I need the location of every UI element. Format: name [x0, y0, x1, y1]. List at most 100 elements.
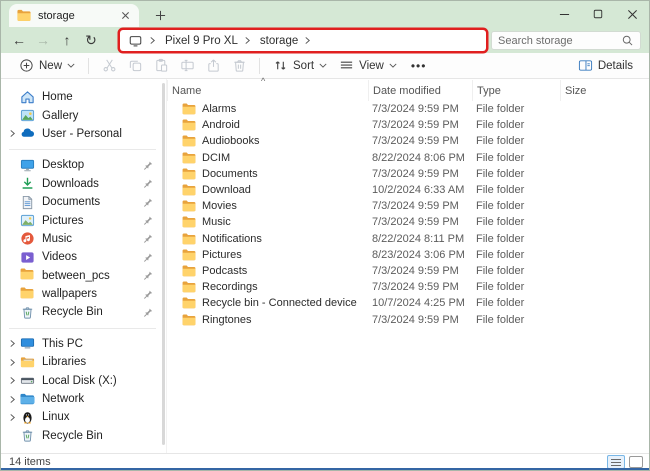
file-pane: ^ Name Date modified Type Size Alarms7/3…	[166, 79, 649, 453]
expand-chevron-icon[interactable]	[5, 358, 20, 367]
sidebar: Home Gallery User - Personal DesktopDownloa…	[1, 79, 166, 453]
file-row-documents[interactable]: Documents7/3/2024 9:59 PMFile folder	[167, 166, 649, 182]
file-type: File folder	[472, 135, 560, 147]
expand-chevron-icon[interactable]	[5, 395, 20, 404]
refresh-button[interactable]: ↻	[79, 29, 103, 51]
folder-icon	[182, 216, 196, 228]
file-name: Notifications	[202, 233, 262, 245]
chevron-spacer	[5, 161, 20, 170]
sidebar-item-downloads[interactable]: Downloads	[1, 175, 166, 193]
file-row-movies[interactable]: Movies7/3/2024 9:59 PMFile folder	[167, 198, 649, 214]
expand-chevron-icon[interactable]	[5, 339, 20, 348]
details-view-toggle[interactable]	[607, 455, 625, 469]
breadcrumb-device[interactable]: Pixel 9 Pro XL	[161, 35, 242, 47]
sidebar-item-gallery[interactable]: Gallery	[1, 106, 166, 124]
file-row-music[interactable]: Music7/3/2024 9:59 PMFile folder	[167, 214, 649, 230]
sidebar-item-recycle-bin[interactable]: Recycle Bin	[1, 427, 166, 445]
view-button[interactable]: View	[333, 55, 403, 77]
sidebar-item-pictures[interactable]: Pictures	[1, 211, 166, 229]
maximize-button[interactable]	[581, 1, 615, 27]
sidebar-item-label: This PC	[42, 338, 166, 350]
column-header-size[interactable]: Size	[560, 80, 649, 101]
sidebar-item-libraries[interactable]: Libraries	[1, 353, 166, 371]
column-header-name[interactable]: Name	[167, 80, 368, 101]
chevron-spacer	[5, 198, 20, 207]
sidebar-item-recycle-bin[interactable]: Recycle Bin	[1, 303, 166, 321]
device-icon	[128, 34, 143, 48]
column-headers: ^ Name Date modified Type Size	[167, 80, 649, 101]
search-input[interactable]	[498, 35, 621, 47]
breadcrumb-folder[interactable]: storage	[256, 35, 302, 47]
file-row-download[interactable]: Download10/2/2024 6:33 AMFile folder	[167, 182, 649, 198]
sidebar-item-local-disk-x[interactable]: Local Disk (X:)	[1, 371, 166, 389]
sidebar-scrollbar[interactable]	[162, 83, 165, 445]
sidebar-item-user-personal[interactable]: User - Personal	[1, 125, 166, 143]
file-date-modified: 8/23/2024 3:06 PM	[368, 249, 472, 261]
sidebar-item-this-pc[interactable]: This PC	[1, 335, 166, 353]
search-box[interactable]	[491, 31, 641, 50]
address-bar[interactable]: Pixel 9 Pro XL storage	[120, 30, 486, 51]
file-name: DCIM	[202, 152, 230, 164]
see-more-button[interactable]: •••	[403, 59, 435, 73]
sidebar-item-videos[interactable]: Videos	[1, 248, 166, 266]
documents-icon	[20, 195, 35, 210]
file-row-ringtones[interactable]: Ringtones7/3/2024 9:59 PMFile folder	[167, 311, 649, 327]
main-area: Home Gallery User - Personal DesktopDownloa…	[1, 79, 649, 453]
pin-icon	[143, 178, 154, 189]
file-name: Pictures	[202, 249, 242, 261]
minimize-button[interactable]	[547, 1, 581, 27]
file-date-modified: 7/3/2024 9:59 PM	[368, 200, 472, 212]
file-type: File folder	[472, 281, 560, 293]
sidebar-separator	[9, 328, 156, 329]
close-button[interactable]	[615, 1, 649, 27]
file-row-podcasts[interactable]: Podcasts7/3/2024 9:59 PMFile folder	[167, 263, 649, 279]
file-row-alarms[interactable]: Alarms7/3/2024 9:59 PMFile folder	[167, 101, 649, 117]
new-button[interactable]: New	[13, 55, 81, 77]
window-bottom-edge	[1, 468, 649, 470]
details-button[interactable]: Details	[572, 55, 639, 77]
sidebar-item-label: Home	[42, 91, 166, 103]
file-name: Documents	[202, 168, 258, 180]
file-row-recordings[interactable]: Recordings7/3/2024 9:59 PMFile folder	[167, 279, 649, 295]
file-row-android[interactable]: Android7/3/2024 9:59 PMFile folder	[167, 117, 649, 133]
file-type: File folder	[472, 152, 560, 164]
file-row-notifications[interactable]: Notifications8/22/2024 8:11 PMFile folde…	[167, 231, 649, 247]
expand-chevron-icon[interactable]	[5, 413, 20, 422]
sidebar-item-music[interactable]: Music	[1, 230, 166, 248]
sidebar-item-label: User - Personal	[42, 128, 166, 140]
tab-close-icon[interactable]	[117, 8, 133, 24]
file-row-audiobooks[interactable]: Audiobooks7/3/2024 9:59 PMFile folder	[167, 133, 649, 149]
sidebar-item-desktop[interactable]: Desktop	[1, 156, 166, 174]
tab-storage[interactable]: storage	[9, 4, 139, 27]
pin-icon	[143, 252, 154, 263]
up-button[interactable]: ↑	[55, 29, 79, 51]
sidebar-item-wallpapers[interactable]: wallpapers	[1, 285, 166, 303]
sidebar-item-network[interactable]: Network	[1, 390, 166, 408]
sidebar-item-linux[interactable]: Linux	[1, 408, 166, 426]
back-button[interactable]: ←	[7, 29, 31, 51]
large-icons-view-toggle[interactable]	[629, 456, 643, 468]
file-row-recycle-bin-connected-device[interactable]: Recycle bin - Connected device10/7/2024 …	[167, 295, 649, 311]
expand-chevron-icon[interactable]	[5, 129, 20, 138]
sidebar-item-between-pcs[interactable]: between_pcs	[1, 267, 166, 285]
new-tab-button[interactable]	[149, 4, 171, 26]
sidebar-item-documents[interactable]: Documents	[1, 193, 166, 211]
delete-button	[226, 55, 252, 77]
file-row-dcim[interactable]: DCIM8/22/2024 8:06 PMFile folder	[167, 150, 649, 166]
sidebar-item-label: Documents	[42, 196, 143, 208]
file-name: Android	[202, 119, 240, 131]
new-button-label: New	[39, 60, 62, 72]
sidebar-item-home[interactable]: Home	[1, 88, 166, 106]
file-row-pictures[interactable]: Pictures8/23/2024 3:06 PMFile folder	[167, 247, 649, 263]
column-header-type[interactable]: Type	[472, 80, 560, 101]
folder-icon	[17, 9, 31, 22]
sidebar-item-label: Music	[42, 233, 143, 245]
sort-button[interactable]: Sort	[267, 55, 333, 77]
folder-icon	[182, 265, 196, 277]
column-header-date-modified[interactable]: Date modified	[368, 80, 472, 101]
folder-icon	[182, 184, 196, 196]
sidebar-item-label: Videos	[42, 251, 143, 263]
file-type: File folder	[472, 184, 560, 196]
expand-chevron-icon[interactable]	[5, 376, 20, 385]
file-date-modified: 10/7/2024 4:25 PM	[368, 297, 472, 309]
